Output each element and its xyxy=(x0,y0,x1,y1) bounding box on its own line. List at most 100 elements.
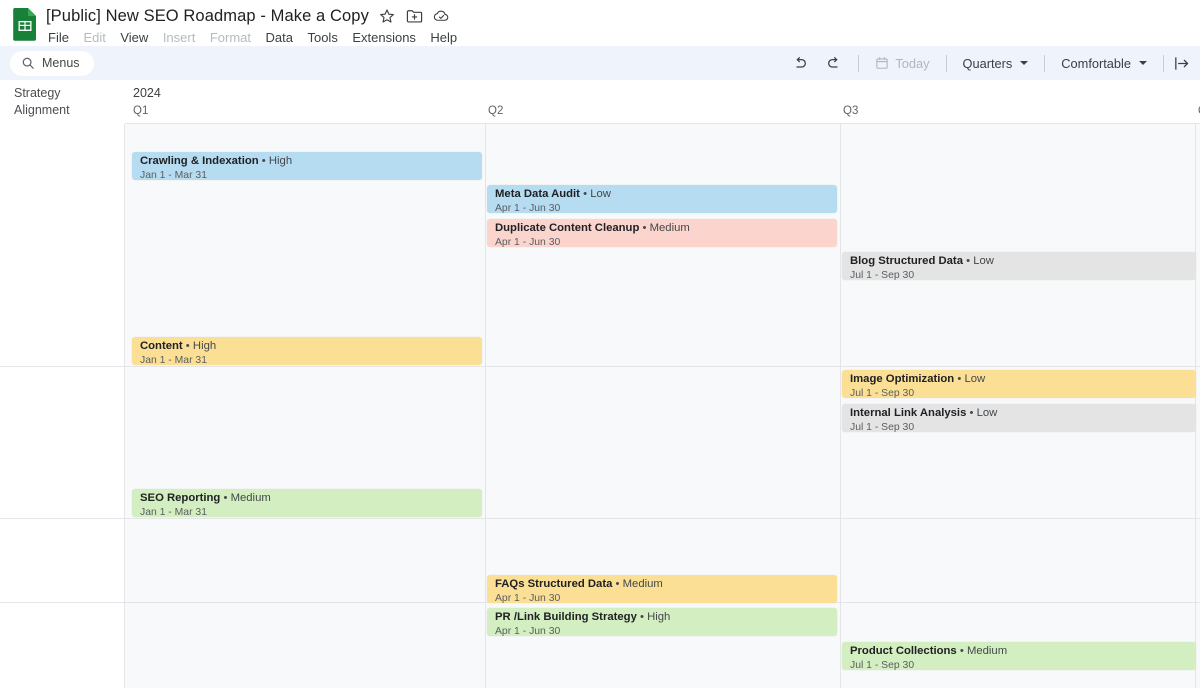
timeline-bar[interactable]: Meta Data Audit • Low Apr 1 - Jun 30 xyxy=(487,185,837,213)
bar-priority: Medium xyxy=(230,492,271,504)
bar-title-row: Duplicate Content Cleanup • Medium xyxy=(495,222,690,234)
quarter-header-q4: Q4 xyxy=(1190,105,1200,117)
document-title-row: [Public] New SEO Roadmap - Make a Copy xyxy=(46,4,457,28)
menu-view[interactable]: View xyxy=(120,30,148,45)
move-to-folder-icon[interactable] xyxy=(406,8,423,25)
page-title[interactable]: [Public] New SEO Roadmap - Make a Copy xyxy=(46,7,369,26)
menu-bar: File Edit View Insert Format Data Tools … xyxy=(46,30,457,45)
timeline-bar[interactable]: Duplicate Content Cleanup • Medium Apr 1… xyxy=(487,219,837,247)
bar-priority: Low xyxy=(973,255,994,267)
quarter-header-q2: Q2 xyxy=(488,105,504,117)
toolbar-divider-2 xyxy=(945,54,947,72)
redo-button[interactable] xyxy=(817,50,851,76)
undo-icon xyxy=(792,55,808,71)
bar-title: Internal Link Analysis xyxy=(850,407,967,419)
bar-title: FAQs Structured Data xyxy=(495,578,613,590)
fit-to-width-icon xyxy=(1173,55,1190,72)
bar-priority: Low xyxy=(976,407,998,419)
row-separator-2 xyxy=(0,518,1200,519)
chevron-down-icon-2 xyxy=(1139,61,1147,65)
bar-dates: Jan 1 - Mar 31 xyxy=(140,354,207,365)
menu-extensions[interactable]: Extensions xyxy=(352,30,416,45)
bar-dates: Jul 1 - Sep 30 xyxy=(850,659,915,670)
timeline-bar[interactable]: Product Collections • Medium Jul 1 - Sep… xyxy=(842,642,1196,670)
toolbar-divider xyxy=(858,54,860,72)
bar-title-row: Blog Structured Data • Low xyxy=(850,255,994,267)
gridline-q2 xyxy=(485,124,486,688)
timeline-bar[interactable]: Blog Structured Data • Low Jul 1 - Sep 3… xyxy=(842,252,1196,280)
timeline-header-cells: 2024 Q1 Q2 Q3 Q4 xyxy=(125,80,1200,124)
menu-insert[interactable]: Insert xyxy=(163,30,196,45)
bar-priority: Low xyxy=(590,188,611,200)
undo-button[interactable] xyxy=(783,50,817,76)
chevron-down-icon xyxy=(1020,61,1029,65)
bar-title-row: FAQs Structured Data • Medium xyxy=(495,578,663,590)
bar-priority: High xyxy=(192,340,217,352)
bar-title: SEO Reporting xyxy=(140,492,221,504)
bar-dates: Apr 1 - Jun 30 xyxy=(495,625,561,636)
timeline-bar[interactable]: Image Optimization • Low Jul 1 - Sep 30 xyxy=(842,370,1196,398)
menu-format[interactable]: Format xyxy=(210,30,251,45)
bar-title: Duplicate Content Cleanup xyxy=(495,222,640,234)
bar-title: Content xyxy=(140,340,183,352)
timeline-bar[interactable]: Content • High Jan 1 - Mar 31 xyxy=(132,337,482,365)
bar-dates: Jan 1 - Mar 31 xyxy=(140,169,207,180)
title-bar: [Public] New SEO Roadmap - Make a Copy F… xyxy=(0,0,1200,46)
bar-dates: Apr 1 - Jun 30 xyxy=(495,236,561,247)
timeline-bar[interactable]: Crawling & Indexation • High Jan 1 - Mar… xyxy=(132,152,482,180)
menus-search-button[interactable]: Menus xyxy=(10,50,94,76)
search-icon xyxy=(21,56,35,70)
row-separator-1 xyxy=(0,366,1200,367)
redo-icon xyxy=(826,55,842,71)
density-dropdown[interactable]: Comfortable xyxy=(1052,50,1156,76)
zoom-level-dropdown[interactable]: Quarters xyxy=(954,50,1038,76)
year-label: 2024 xyxy=(133,86,161,100)
bar-title-row: Image Optimization • Low xyxy=(850,373,986,385)
group-by-label-line1: Strategy xyxy=(14,86,61,101)
gridline-q3 xyxy=(840,124,841,688)
menu-data[interactable]: Data xyxy=(266,30,293,45)
menu-edit[interactable]: Edit xyxy=(83,30,105,45)
bar-title-row: Crawling & Indexation • High xyxy=(140,155,293,167)
row-label-column xyxy=(0,124,125,688)
fit-to-width-button[interactable] xyxy=(1171,50,1194,76)
calendar-icon xyxy=(875,56,889,70)
menus-search-label: Menus xyxy=(42,56,80,70)
timeline-bar[interactable]: PR /Link Building Strategy • High Apr 1 … xyxy=(487,608,837,636)
density-label: Comfortable xyxy=(1061,55,1131,71)
cloud-saved-icon[interactable] xyxy=(433,8,450,25)
toolbar-right-group: Today Quarters Comfortable xyxy=(783,46,1194,80)
bar-title: Image Optimization xyxy=(850,373,955,385)
quarter-header-q1: Q1 xyxy=(133,105,149,117)
bar-priority: Low xyxy=(964,373,986,385)
timeline-bar[interactable]: Internal Link Analysis • Low Jul 1 - Sep… xyxy=(842,404,1196,432)
today-label: Today xyxy=(895,55,930,71)
google-sheets-icon xyxy=(12,7,38,41)
zoom-level-label: Quarters xyxy=(962,55,1013,71)
today-button[interactable]: Today xyxy=(866,50,938,76)
bar-priority: High xyxy=(268,155,293,167)
star-icon[interactable] xyxy=(379,8,396,25)
menu-file[interactable]: File xyxy=(48,30,69,45)
bar-title: Product Collections xyxy=(850,645,957,657)
timeline-bar[interactable]: SEO Reporting • Medium Jan 1 - Mar 31 xyxy=(132,489,482,517)
bar-priority: High xyxy=(647,611,671,623)
bar-dates: Jul 1 - Sep 30 xyxy=(850,421,915,432)
bar-title: Meta Data Audit xyxy=(495,188,580,200)
quarter-header-q3: Q3 xyxy=(843,105,859,117)
bar-title: PR /Link Building Strategy xyxy=(495,611,637,623)
menu-tools[interactable]: Tools xyxy=(307,30,337,45)
bar-dates: Apr 1 - Jun 30 xyxy=(495,202,561,213)
bar-dates: Jul 1 - Sep 30 xyxy=(850,269,915,280)
bar-priority: Medium xyxy=(649,222,690,234)
group-by-header: Strategy Alignment xyxy=(0,80,125,124)
toolbar-divider-4 xyxy=(1163,54,1164,72)
bar-dates: Jul 1 - Sep 30 xyxy=(850,387,915,398)
bar-title-row: SEO Reporting • Medium xyxy=(140,492,271,504)
toolbar-divider-3 xyxy=(1044,54,1046,72)
bar-title: Blog Structured Data xyxy=(850,255,963,267)
timeline-body[interactable]: Technical Foundation Customer Experience… xyxy=(0,124,1200,688)
timeline-bar[interactable]: FAQs Structured Data • Medium Apr 1 - Ju… xyxy=(487,575,837,603)
bar-priority: Medium xyxy=(622,578,663,590)
menu-help[interactable]: Help xyxy=(430,30,457,45)
